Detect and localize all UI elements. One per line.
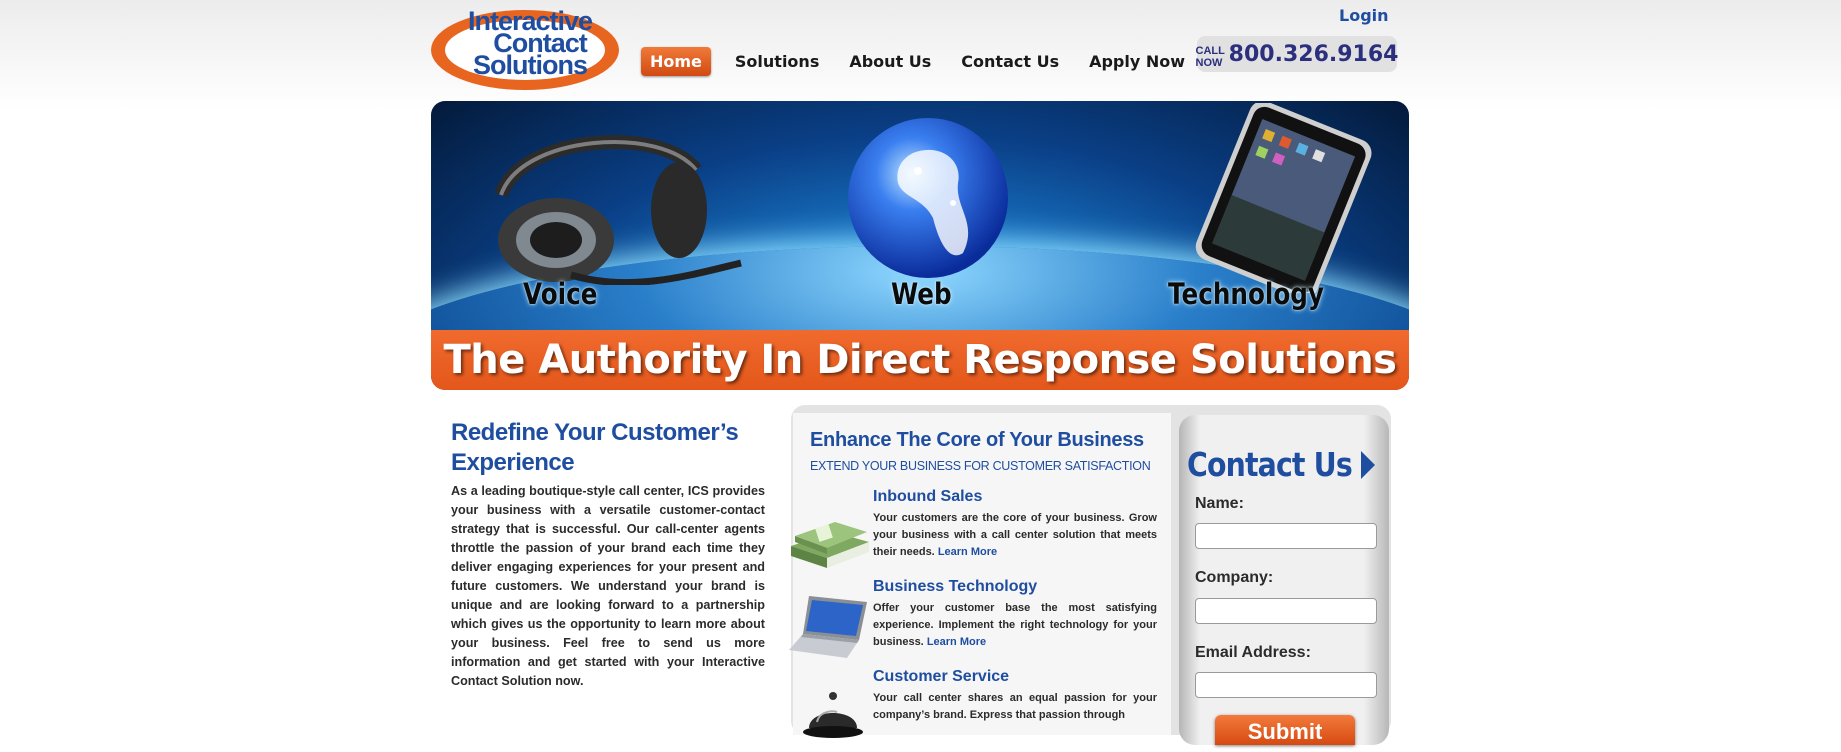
headset-icon (494, 135, 742, 285)
nav-about-us[interactable]: About Us (839, 46, 941, 77)
nav-apply-now[interactable]: Apply Now (1079, 46, 1195, 77)
banner-label-web: Web (891, 277, 952, 311)
banner-label-technology: Technology (1168, 277, 1325, 311)
nav-solutions[interactable]: Solutions (725, 46, 829, 77)
features-title: Enhance The Core of Your Business (810, 429, 1144, 451)
feature-title: Inbound Sales (873, 488, 983, 505)
intro-title: Redefine Your Customer’s Experience (451, 419, 739, 476)
tablet-icon (1195, 103, 1372, 293)
company-field[interactable] (1195, 598, 1377, 624)
intro-section: Redefine Your Customer’s Experience As a… (451, 418, 765, 691)
hero-banner: Voice Web Technology The Authority In Di… (431, 101, 1409, 390)
company-logo[interactable]: Interactive Contact Solutions (431, 6, 619, 90)
learn-more-link[interactable]: Learn More (927, 636, 986, 648)
nav-home[interactable]: Home (641, 46, 711, 76)
laptop-icon (789, 596, 867, 658)
logo-line-3: Solutions (473, 50, 588, 80)
phone-number[interactable]: 800.326.9164 (1229, 42, 1399, 67)
company-label: Company: (1195, 569, 1274, 586)
nav-contact-us[interactable]: Contact Us (951, 46, 1069, 77)
feature-title: Business Technology (873, 578, 1038, 595)
email-field[interactable] (1195, 672, 1377, 698)
money-stack-icon (791, 522, 869, 568)
feature-text: Offer your customer base the most satisf… (873, 600, 1157, 651)
contact-form: Contact Us Name: Company: Email Address:… (1179, 415, 1389, 745)
submit-button[interactable]: Submit (1215, 715, 1355, 745)
feature-body: Your customers are the core of your busi… (873, 512, 1157, 558)
feature-text: Your customers are the core of your busi… (873, 510, 1157, 561)
features-subtitle: EXTEND YOUR BUSINESS FOR CUSTOMER SATISF… (810, 459, 1151, 473)
learn-more-link[interactable]: Learn More (938, 546, 997, 558)
feature-body: Offer your customer base the most satisf… (873, 602, 1157, 648)
features-panel: Enhance The Core of Your Business EXTEND… (789, 405, 1391, 745)
arrow-right-icon (1360, 450, 1375, 479)
call-now-label: CALL NOW (1195, 44, 1225, 69)
banner-tagline: The Authority In Direct Response Solutio… (431, 330, 1409, 390)
name-label: Name: (1195, 495, 1244, 512)
feature-title: Customer Service (873, 668, 1010, 685)
feature-text: Your call center shares an equal passion… (873, 692, 1157, 721)
page-container: Interactive Contact Solutions Home Solut… (431, 0, 1409, 745)
login-link[interactable]: Login (1339, 6, 1389, 25)
banner-label-voice: Voice (523, 277, 598, 311)
contact-form-heading: Contact Us (1187, 445, 1353, 484)
service-bell-icon (803, 692, 863, 738)
logo-text: Interactive Contact Solutions (455, 8, 605, 80)
contact-form-title: Contact Us (1187, 445, 1375, 484)
features-section: Enhance The Core of Your Business EXTEND… (789, 413, 1171, 738)
email-label: Email Address: (1195, 644, 1311, 661)
globe-icon (848, 118, 1008, 278)
name-field[interactable] (1195, 523, 1377, 549)
call-now-box: CALL NOW 800.326.9164 (1195, 36, 1399, 72)
intro-text: As a leading boutique-style call center,… (451, 484, 765, 688)
main-nav: Home Solutions About Us Contact Us Apply… (641, 46, 1205, 76)
banner-space-background: Voice Web Technology (431, 101, 1409, 390)
